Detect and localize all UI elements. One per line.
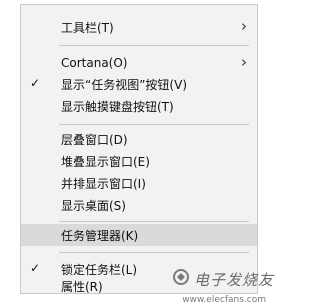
context-menu: 工具栏(T) › Cortana(O) › ✓ 显示“任务视图”按钮(V) 显示… xyxy=(20,4,258,294)
menu-item-cascade-windows[interactable]: 层叠窗口(D) xyxy=(21,128,257,150)
chevron-right-icon: › xyxy=(241,53,247,71)
menu-item-side-by-side[interactable]: 并排显示窗口(I) xyxy=(21,172,257,194)
menu-item-label: 属性(R) xyxy=(61,279,103,294)
menu-item-label: 并排显示窗口(I) xyxy=(61,176,146,191)
watermark-text: 电子发烧友 xyxy=(193,270,274,289)
menu-item-cortana[interactable]: Cortana(O) › xyxy=(21,52,257,74)
menu-item-label: 层叠窗口(D) xyxy=(61,132,128,147)
menu-item-show-task-view[interactable]: ✓ 显示“任务视图”按钮(V) xyxy=(21,73,257,95)
watermark: 电子发烧友 xyxy=(172,268,274,290)
menu-item-show-desktop[interactable]: 显示桌面(S) xyxy=(21,194,257,216)
logo-icon xyxy=(172,268,190,290)
checkmark-icon: ✓ xyxy=(30,76,41,90)
menu-item-label: 任务管理器(K) xyxy=(61,228,139,243)
menu-separator xyxy=(59,45,249,46)
menu-item-label: 工具栏(T) xyxy=(61,20,114,35)
menu-item-label: 显示桌面(S) xyxy=(61,198,126,213)
menu-item-label: 显示“任务视图”按钮(V) xyxy=(61,77,188,92)
checkmark-icon: ✓ xyxy=(30,261,41,275)
menu-item-label: Cortana(O) xyxy=(61,56,128,70)
menu-item-show-touch-keyboard[interactable]: 显示触摸键盘按钮(T) xyxy=(21,95,257,117)
menu-item-stack-windows[interactable]: 堆叠显示窗口(E) xyxy=(21,150,257,172)
menu-separator xyxy=(59,252,249,253)
watermark-url: www.elecfans.com xyxy=(182,295,266,305)
menu-item-label: 堆叠显示窗口(E) xyxy=(61,154,150,169)
menu-separator xyxy=(59,124,249,125)
menu-item-label: 显示触摸键盘按钮(T) xyxy=(61,99,174,114)
menu-item-task-manager[interactable]: 任务管理器(K) xyxy=(21,224,257,246)
menu-item-label: 锁定任务栏(L) xyxy=(61,262,138,277)
menu-item-toolbars[interactable]: 工具栏(T) › xyxy=(21,16,257,38)
chevron-right-icon: › xyxy=(241,17,247,35)
menu-separator xyxy=(59,221,249,222)
